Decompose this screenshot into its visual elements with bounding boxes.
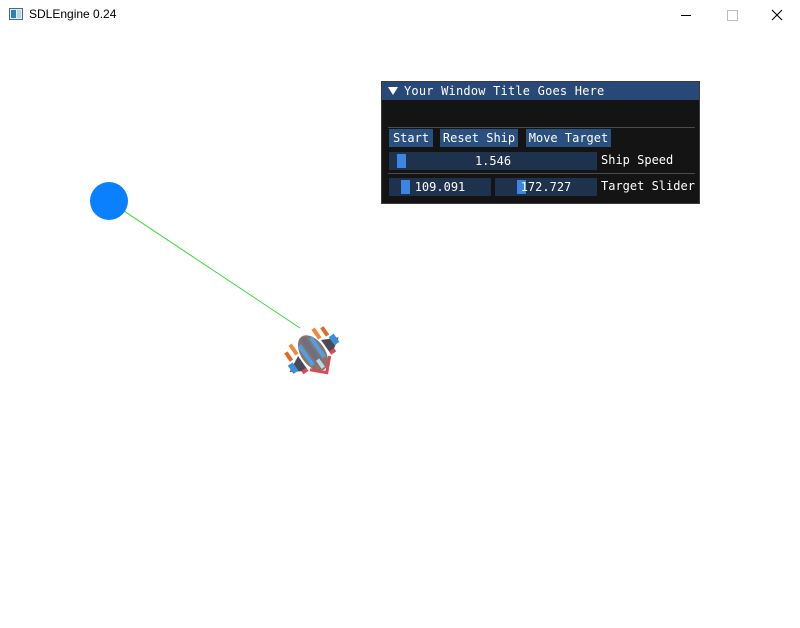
target-x-slider-grab[interactable]	[400, 180, 410, 194]
ship-speed-slider[interactable]: 1.546	[389, 152, 597, 170]
close-icon	[771, 9, 783, 21]
close-button[interactable]	[754, 0, 800, 30]
target-x-value: 109.091	[414, 180, 466, 194]
target-x-slider[interactable]: 109.091	[389, 178, 491, 196]
ship-speed-slider-grab[interactable]	[396, 154, 406, 168]
target-y-value: 172.727	[520, 180, 572, 194]
collapse-arrow-icon[interactable]	[388, 87, 398, 95]
maximize-button[interactable]	[709, 0, 755, 30]
minimize-button[interactable]	[663, 0, 709, 30]
move-target-button[interactable]: Move Target	[526, 129, 611, 147]
imgui-window[interactable]: Your Window Title Goes Here Start Reset …	[381, 81, 700, 204]
separator	[388, 127, 695, 128]
imgui-window-title: Your Window Title Goes Here	[404, 84, 605, 98]
start-button[interactable]: Start	[389, 129, 433, 147]
reset-ship-button[interactable]: Reset Ship	[440, 129, 518, 147]
target-y-slider[interactable]: 172.727	[495, 178, 597, 196]
spaceship-sprite[interactable]	[277, 319, 351, 389]
window-title: SDLEngine 0.24	[29, 7, 117, 21]
separator	[388, 173, 695, 174]
target-slider-label: Target Slider	[601, 179, 695, 193]
imgui-titlebar[interactable]: Your Window Title Goes Here	[382, 82, 699, 100]
ship-speed-value: 1.546	[474, 154, 512, 168]
ship-speed-label: Ship Speed	[601, 153, 674, 167]
app-icon	[9, 8, 23, 20]
maximize-icon	[726, 9, 738, 21]
window-titlebar[interactable]: SDLEngine 0.24	[0, 0, 800, 30]
target-circle[interactable]	[90, 182, 128, 220]
minimize-icon	[681, 14, 691, 16]
target-line	[108, 200, 301, 329]
